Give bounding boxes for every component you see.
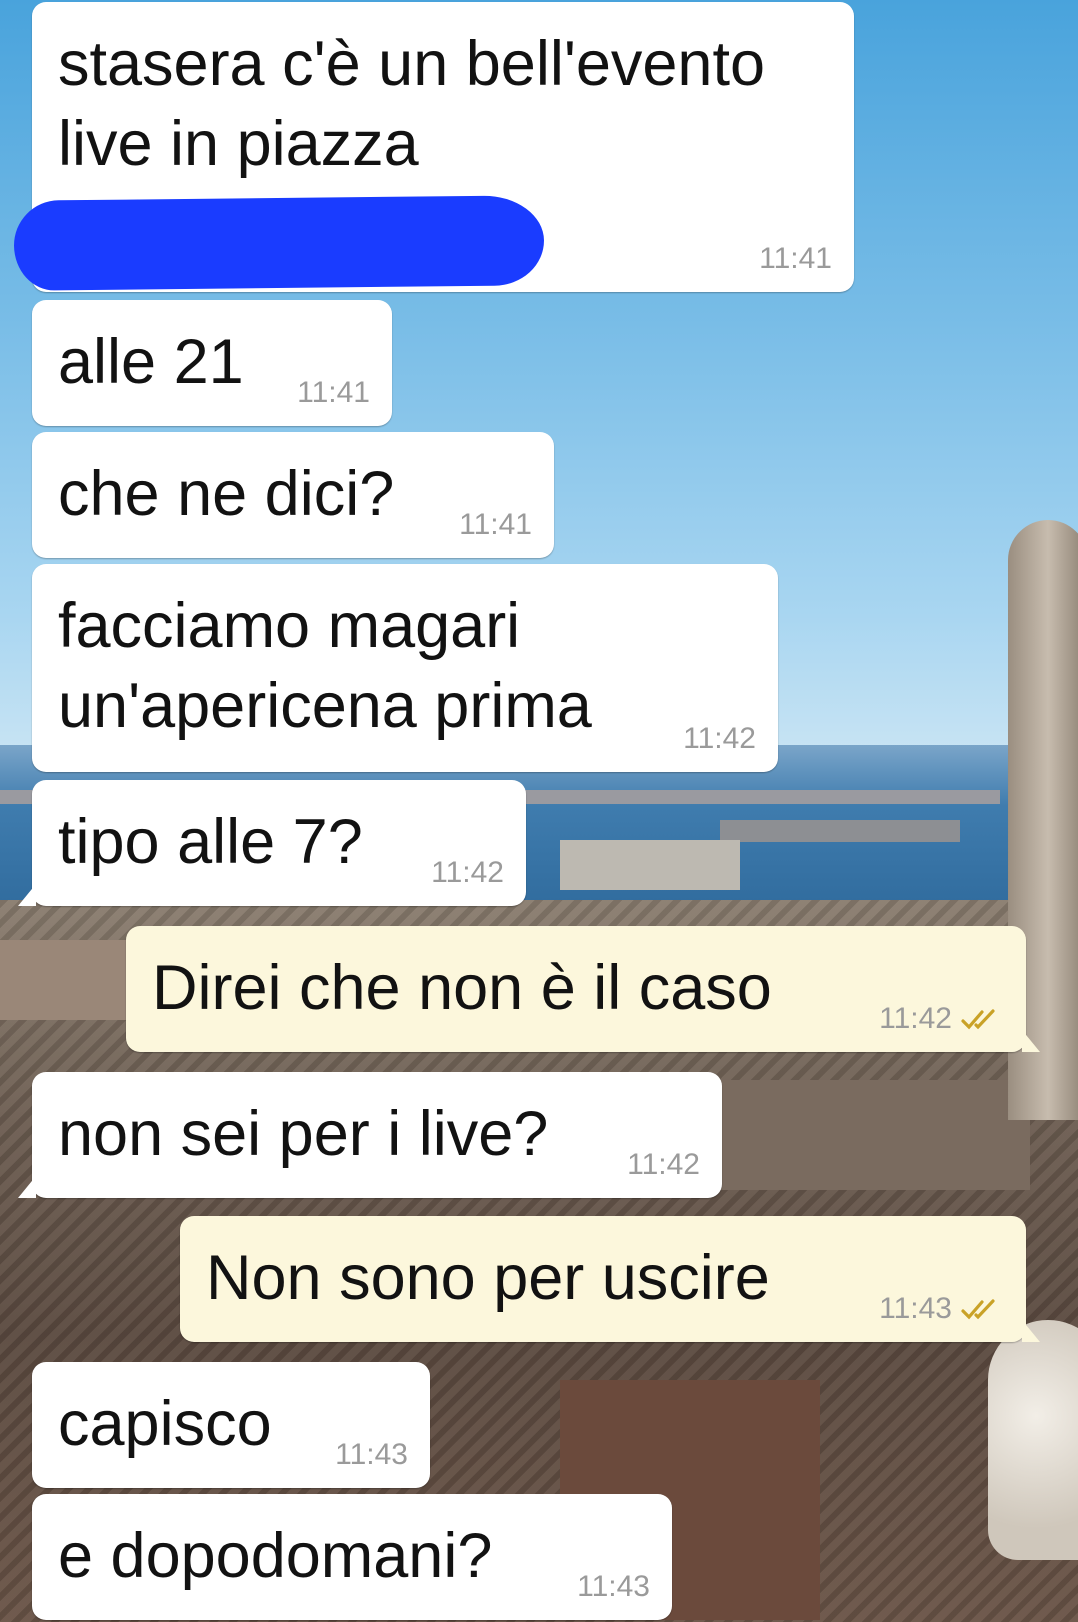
message-meta: 11:43 [335, 1438, 408, 1472]
double-check-icon [961, 1299, 995, 1320]
message-meta: 11:42 [627, 1148, 700, 1182]
chat-thread[interactable]: stasera c'è un bell'evento live in piazz… [0, 0, 1078, 1622]
message-bubble-incoming[interactable]: non sei per i live? 11:42 [18, 1072, 722, 1198]
message-time: 11:41 [759, 242, 832, 275]
message-text: non sei per i live? [58, 1099, 549, 1169]
message-time: 11:41 [297, 376, 370, 409]
message-meta: 11:42 [879, 1002, 1004, 1036]
message-text: stasera c'è un bell'evento live in piazz… [58, 29, 765, 179]
message-time: 11:43 [879, 1292, 952, 1325]
message-bubble-outgoing[interactable]: Direi che non è il caso 11:42 [126, 926, 1040, 1052]
message-text: Direi che non è il caso [152, 953, 772, 1023]
message-bubble-incoming[interactable]: tipo alle 7? 11:42 [18, 780, 526, 906]
message-bubble-incoming[interactable]: capisco 11:43 [32, 1362, 430, 1488]
message-meta: 11:43 [577, 1570, 650, 1604]
message-text: che ne dici? [58, 459, 395, 529]
message-bubble-incoming[interactable]: che ne dici? 11:41 [32, 432, 554, 558]
message-time: 11:43 [577, 1570, 650, 1603]
message-time: 11:42 [879, 1002, 952, 1035]
message-meta: 11:41 [459, 508, 532, 542]
message-text: alle 21 [58, 327, 244, 397]
message-text: e dopodomani? [58, 1521, 493, 1591]
redaction-scribble [13, 195, 545, 291]
message-meta: 11:41 [297, 376, 370, 410]
message-time: 11:41 [459, 508, 532, 541]
message-meta: 11:42 [683, 722, 756, 756]
double-check-icon [961, 1009, 995, 1030]
message-text: capisco [58, 1389, 272, 1459]
message-bubble-incoming[interactable]: facciamo magari un'apericena prima 11:42 [32, 564, 778, 772]
message-text: Non sono per uscire [206, 1243, 770, 1313]
message-bubble-outgoing[interactable]: Non sono per uscire 11:43 [180, 1216, 1040, 1342]
message-bubble-incoming[interactable]: alle 21 11:41 [32, 300, 392, 426]
message-meta: 11:43 [879, 1292, 1004, 1326]
message-time: 11:42 [431, 856, 504, 889]
message-time: 11:42 [627, 1148, 700, 1181]
message-text: facciamo magari un'apericena prima [58, 591, 592, 741]
message-time: 11:43 [335, 1438, 408, 1471]
message-meta: 11:41 [759, 242, 832, 276]
message-time: 11:42 [683, 722, 756, 755]
message-bubble-incoming[interactable]: e dopodomani? 11:43 [32, 1494, 672, 1620]
message-meta: 11:42 [431, 856, 504, 890]
message-text: tipo alle 7? [58, 807, 363, 877]
